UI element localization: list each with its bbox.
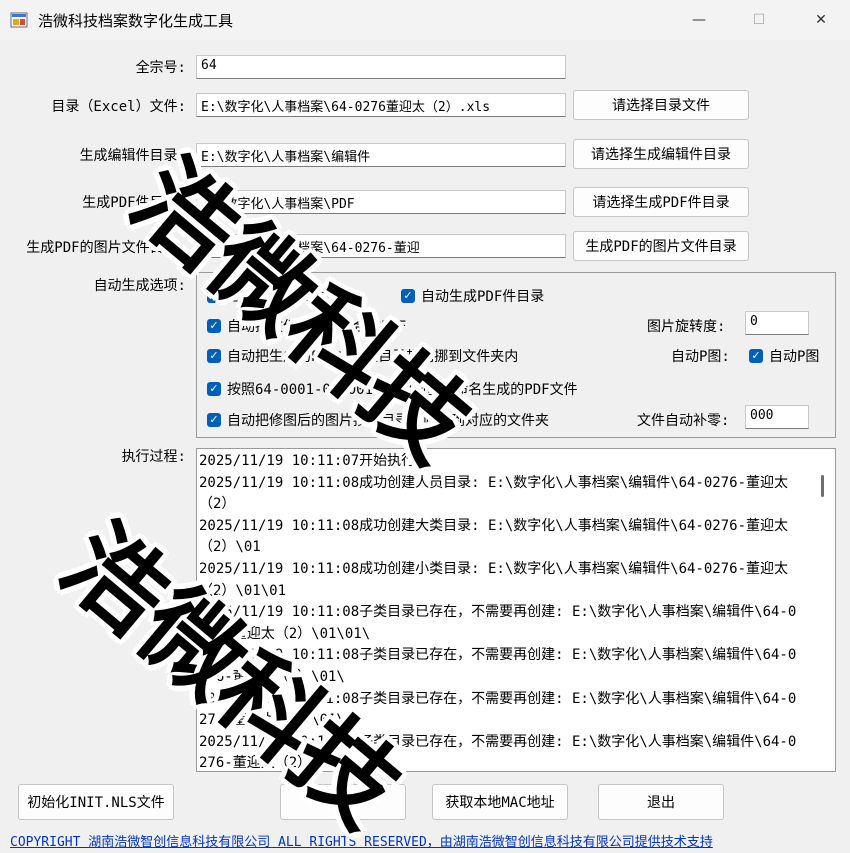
rotate-input[interactable]: 0 xyxy=(745,311,809,335)
pdf-img-dir-label: 生成PDF的图片文件目录: xyxy=(26,240,186,256)
merge-pdf-label: 自动把文件夹内图片合成PDF xyxy=(227,319,407,335)
fonds-input[interactable]: 64 xyxy=(196,55,566,79)
auto-edit-dir-label: 自动生成编辑件目录 xyxy=(227,289,353,305)
title-bar: 浩微科技档案数字化生成工具 — ☐ ✕ xyxy=(0,0,850,40)
auto-p-checkbox-label: 自动P图 xyxy=(769,349,820,365)
pdf-img-dir-input[interactable]: E:\数字化\人事档案\64-0276-董迎 xyxy=(196,234,566,258)
select-pdf-img-dir-button[interactable]: 生成PDF的图片文件目录 xyxy=(573,231,749,261)
exit-button[interactable]: 退出 xyxy=(598,784,724,820)
fonds-label: 全宗号: xyxy=(135,60,186,76)
minimize-icon: — xyxy=(692,12,706,28)
init-nls-button[interactable]: 初始化INIT.NLS文件 xyxy=(18,784,174,820)
log-line: 2025/11/19 10:11:08子类目录已存在，不需要再创建: E:\数字… xyxy=(199,647,797,685)
log-content: 2025/11/19 10:11:07开始执行: 2025/11/19 10:11… xyxy=(199,451,804,772)
checkmark-icon: ✓ xyxy=(207,382,221,396)
checkmark-icon: ✓ xyxy=(749,349,763,363)
move-pdf-checkbox[interactable]: ✓ 自动把生成的PDF文件按目录规则挪到文件夹内 xyxy=(207,346,518,366)
pdf-dir-label: 生成PDF件目录: xyxy=(82,195,186,211)
pdf-dir-input[interactable]: E:\数字化\人事档案\PDF xyxy=(196,190,566,214)
auto-pdf-dir-checkbox[interactable]: ✓ 自动生成PDF件目录 xyxy=(401,286,544,306)
auto-p-label: 自动P图: xyxy=(671,349,730,365)
edit-dir-label: 生成编辑件目录: xyxy=(79,148,186,164)
rotate-label: 图片旋转度: xyxy=(647,319,726,335)
checkmark-icon: ✓ xyxy=(207,413,221,427)
pad-zero-label: 文件自动补零: xyxy=(637,413,730,429)
log-line: 2025/11/19 10:11:08成功创建大类目录: E:\数字化\人事档案… xyxy=(199,517,789,556)
select-catalog-button[interactable]: 请选择目录文件 xyxy=(573,90,749,120)
copyright-link[interactable]: COPYRIGHT 湖南浩微智创信息科技有限公司 ALL RIGHTS RESE… xyxy=(10,831,713,850)
pad-zero-input[interactable]: 000 xyxy=(745,405,809,429)
auto-pdf-dir-label: 自动生成PDF件目录 xyxy=(421,289,545,305)
move-images-label: 自动把修图后的图片按照目录规则挪到对应的文件夹 xyxy=(227,413,549,429)
options-label: 自动生成选项: xyxy=(93,278,186,294)
log-textbox[interactable]: 2025/11/19 10:11:07开始执行: 2025/11/19 10:11… xyxy=(196,448,836,772)
merge-pdf-checkbox[interactable]: ✓ 自动把文件夹内图片合成PDF xyxy=(207,316,406,336)
window-title: 浩微科技档案数字化生成工具 xyxy=(38,12,234,30)
maximize-icon: ☐ xyxy=(752,12,766,28)
rename-pdf-label: 按照64-0001-01-001-01规则重新命名生成的PDF文件 xyxy=(227,382,578,398)
move-images-checkbox[interactable]: ✓ 自动把修图后的图片按照目录规则挪到对应的文件夹 xyxy=(207,410,549,430)
maximize-button[interactable]: ☐ xyxy=(736,5,782,35)
options-group: ✓ 自动生成编辑件目录 ✓ 自动生成PDF件目录 ✓ 自动把文件夹内图片合成PD… xyxy=(196,272,836,438)
log-line: 2025/11/19 10:11:07开始执行: xyxy=(199,453,424,469)
checkmark-icon: ✓ xyxy=(207,349,221,363)
edit-dir-input[interactable]: E:\数字化\人事档案\编辑件 xyxy=(196,143,566,167)
select-edit-dir-button[interactable]: 请选择生成编辑件目录 xyxy=(573,139,749,169)
log-scrollbar[interactable] xyxy=(811,449,835,771)
app-icon xyxy=(10,12,28,28)
scrollbar-thumb[interactable] xyxy=(821,475,824,497)
select-pdf-dir-button[interactable]: 请选择生成PDF件目录 xyxy=(573,187,749,217)
get-mac-button[interactable]: 获取本地MAC地址 xyxy=(432,784,568,820)
catalog-file-input[interactable]: E:\数字化\人事档案\64-0276董迎太（2）.xls xyxy=(196,93,566,117)
close-icon: ✕ xyxy=(815,12,827,28)
catalog-label: 目录（Excel）文件: xyxy=(51,99,186,115)
move-pdf-label: 自动把生成的PDF文件按目录规则挪到文件夹内 xyxy=(227,349,519,365)
execute-button[interactable]: 执行 xyxy=(280,784,406,820)
checkmark-icon: ✓ xyxy=(207,319,221,333)
close-button[interactable]: ✕ xyxy=(798,5,844,35)
checkmark-icon: ✓ xyxy=(401,289,415,303)
log-label: 执行过程: xyxy=(121,449,186,465)
log-line: 2025/11/19 10:11:08成功创建人员目录: E:\数字化\人事档案… xyxy=(199,474,789,513)
log-line: 2025/11/19 10:11:08子类目录已存在，不需要再创建: E:\数字… xyxy=(199,604,797,642)
log-line: 2025/11/19 10:11:08成功创建小类目录: E:\数字化\人事档案… xyxy=(199,560,789,599)
checkmark-icon: ✓ xyxy=(207,289,221,303)
auto-p-checkbox[interactable]: ✓ 自动P图 xyxy=(749,346,819,366)
rename-pdf-checkbox[interactable]: ✓ 按照64-0001-01-001-01规则重新命名生成的PDF文件 xyxy=(207,379,578,399)
auto-edit-dir-checkbox[interactable]: ✓ 自动生成编辑件目录 xyxy=(207,286,353,306)
log-line: 2025/11/19 10:11:08子类目录已存在，不需要再创建: E:\数字… xyxy=(199,690,797,729)
minimize-button[interactable]: — xyxy=(676,5,722,35)
log-line: 2025/11/19 10:11:08子类目录已存在，不需要再创建: E:\数字… xyxy=(199,733,797,772)
